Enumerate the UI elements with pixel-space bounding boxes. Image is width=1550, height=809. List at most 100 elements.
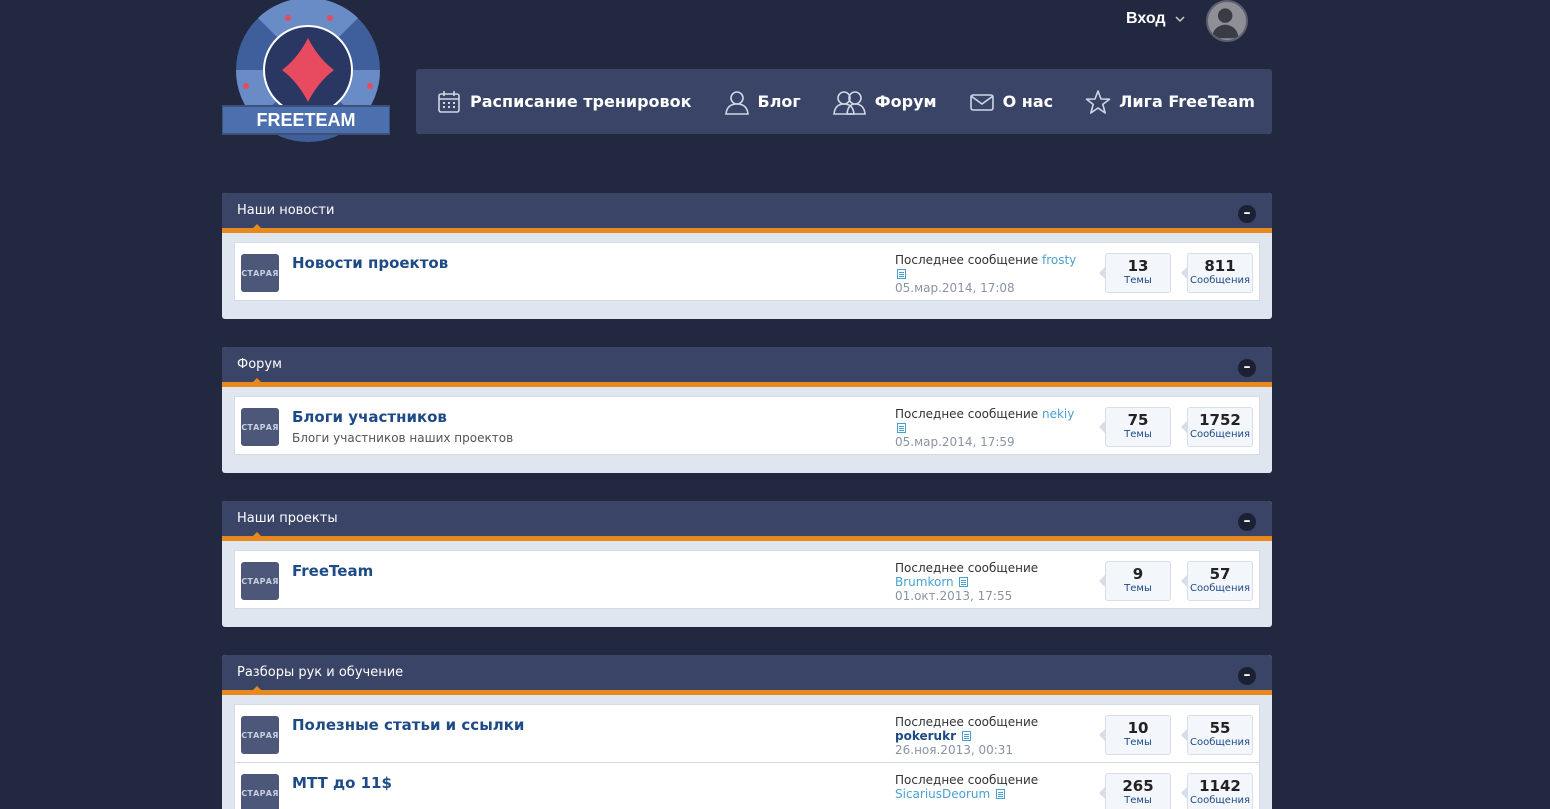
- collapse-button[interactable]: –: [1238, 205, 1256, 223]
- forum-description: Блоги участников наших проектов: [292, 431, 514, 445]
- last-post: Последнее сообщение nekiy 05.мар.2014, 1…: [895, 407, 1095, 449]
- topics-number: 13: [1127, 257, 1149, 275]
- user-icon: [724, 90, 749, 115]
- users-icon: [832, 90, 866, 115]
- category-projects: Наши проекты – СТАРАЯ FreeTeam Последнее…: [222, 501, 1272, 627]
- nav-about-label: О нас: [1002, 92, 1054, 111]
- go-to-post-icon[interactable]: [961, 731, 971, 741]
- nav-forum-label: Форум: [874, 92, 937, 111]
- go-to-post-icon[interactable]: [897, 423, 906, 433]
- envelope-icon: [969, 93, 994, 111]
- posts-number: 1752: [1199, 411, 1241, 429]
- posts-label: Сообщения: [1189, 429, 1250, 440]
- posts-label: Сообщения: [1189, 737, 1250, 748]
- forum-title-link[interactable]: Полезные статьи и ссылки: [292, 716, 524, 734]
- posts-count: 57 Сообщения: [1181, 561, 1253, 601]
- topics-count: 265 Темы: [1099, 773, 1171, 809]
- last-post-user[interactable]: nekiy: [1042, 407, 1074, 421]
- forum-row: СТАРАЯ Полезные статьи и ссылки Последне…: [234, 704, 1260, 763]
- posts-count: 55 Сообщения: [1181, 715, 1253, 755]
- category-forum: Форум – СТАРАЯ Блоги участников Блоги уч…: [222, 347, 1272, 473]
- last-post-label: Последнее сообщение: [895, 407, 1039, 421]
- forum-title-link[interactable]: Новости проектов: [292, 254, 448, 272]
- topics-count: 13 Темы: [1099, 253, 1171, 293]
- last-post-user[interactable]: frosty: [1042, 253, 1076, 267]
- collapse-button[interactable]: –: [1238, 359, 1256, 377]
- last-post-user[interactable]: pokerukr: [895, 729, 956, 743]
- login-label: Вход: [1126, 10, 1166, 27]
- last-post-user[interactable]: Brumkorn: [895, 575, 954, 589]
- last-post-label: Последнее сообщение: [895, 773, 1039, 787]
- topics-number: 75: [1127, 411, 1149, 429]
- avatar[interactable]: [1206, 0, 1248, 42]
- posts-number: 57: [1209, 565, 1231, 583]
- last-post: Последнее сообщение Brumkorn 01.окт.2013…: [895, 561, 1095, 603]
- forum-status-badge: СТАРАЯ: [241, 716, 279, 754]
- last-post-date: 05.мар.2014, 17:59: [895, 435, 1015, 449]
- topics-label: Темы: [1124, 737, 1152, 748]
- user-silhouette-icon: [1211, 8, 1239, 39]
- topics-label: Темы: [1124, 275, 1152, 286]
- topics-number: 265: [1122, 777, 1154, 795]
- nav-league[interactable]: Лига FreeTeam: [1085, 89, 1255, 115]
- topics-number: 9: [1132, 565, 1144, 583]
- category-header: Форум –: [222, 347, 1272, 387]
- topics-number: 10: [1127, 719, 1149, 737]
- nav-blog-label: Блог: [757, 92, 801, 111]
- category-hand-reviews: Разборы рук и обучение – СТАРАЯ Полезные…: [222, 655, 1272, 809]
- forum-row: СТАРАЯ Новости проектов Последнее сообще…: [234, 242, 1260, 301]
- posts-count: 811 Сообщения: [1181, 253, 1253, 293]
- forum-status-badge: СТАРАЯ: [241, 408, 279, 446]
- category-header: Разборы рук и обучение –: [222, 655, 1272, 695]
- category-header: Наши новости –: [222, 193, 1272, 233]
- nav-schedule[interactable]: Расписание тренировок: [436, 89, 692, 115]
- calendar-icon: [438, 90, 460, 113]
- main-nav: Расписание тренировок Блог Форум О нас Л…: [416, 69, 1272, 134]
- last-post: Последнее сообщение pokerukr 26.ноя.2013…: [895, 715, 1095, 757]
- category-title: Наши проекты: [237, 511, 338, 526]
- posts-count: 1142 Сообщения: [1181, 773, 1253, 809]
- topics-count: 10 Темы: [1099, 715, 1171, 755]
- forum-row: СТАРАЯ MTT до 11$ Последнее сообщение Si…: [234, 763, 1260, 809]
- category-news: Наши новости – СТАРАЯ Новости проектов П…: [222, 193, 1272, 319]
- posts-number: 811: [1204, 257, 1236, 275]
- forum-status-badge: СТАРАЯ: [241, 254, 279, 292]
- category-title: Разборы рук и обучение: [237, 665, 404, 680]
- forum-row: СТАРАЯ FreeTeam Последнее сообщение Brum…: [234, 550, 1260, 609]
- last-post-user[interactable]: SicariusDeorum: [895, 787, 990, 801]
- last-post: Последнее сообщение frosty 05.мар.2014, …: [895, 253, 1095, 295]
- last-post-date: 26.ноя.2013, 00:31: [895, 743, 1014, 757]
- nav-blog[interactable]: Блог: [724, 89, 801, 115]
- forum-title-link[interactable]: MTT до 11$: [292, 774, 392, 792]
- topics-label: Темы: [1124, 429, 1152, 440]
- topics-count: 75 Темы: [1099, 407, 1171, 447]
- posts-label: Сообщения: [1189, 275, 1250, 286]
- nav-league-label: Лига FreeTeam: [1119, 92, 1255, 111]
- posts-label: Сообщения: [1189, 795, 1250, 806]
- star-icon: [1085, 89, 1111, 114]
- logo-text: FREETEAM: [256, 110, 356, 130]
- topics-label: Темы: [1124, 583, 1152, 594]
- forum-row: СТАРАЯ Блоги участников Блоги участников…: [234, 396, 1260, 455]
- chevron-down-icon: [1175, 16, 1185, 23]
- login-dropdown[interactable]: Вход: [1126, 9, 1186, 29]
- posts-number: 1142: [1199, 777, 1241, 795]
- category-title: Форум: [237, 357, 282, 372]
- posts-count: 1752 Сообщения: [1181, 407, 1253, 447]
- nav-forum[interactable]: Форум: [832, 89, 937, 115]
- forum-status-badge: СТАРАЯ: [241, 774, 279, 809]
- collapse-button[interactable]: –: [1238, 513, 1256, 531]
- nav-about[interactable]: О нас: [969, 89, 1054, 115]
- last-post-date: 05.мар.2014, 17:08: [895, 281, 1015, 295]
- go-to-post-icon[interactable]: [996, 789, 1006, 799]
- nav-schedule-label: Расписание тренировок: [470, 92, 692, 111]
- forum-title-link[interactable]: Блоги участников: [292, 408, 447, 426]
- category-header: Наши проекты –: [222, 501, 1272, 541]
- forum-title-link[interactable]: FreeTeam: [292, 562, 373, 580]
- go-to-post-icon[interactable]: [959, 577, 969, 587]
- forum-status-badge: СТАРАЯ: [241, 562, 279, 600]
- topics-count: 9 Темы: [1099, 561, 1171, 601]
- last-post-label: Последнее сообщение: [895, 561, 1039, 575]
- go-to-post-icon[interactable]: [897, 269, 906, 279]
- collapse-button[interactable]: –: [1238, 667, 1256, 685]
